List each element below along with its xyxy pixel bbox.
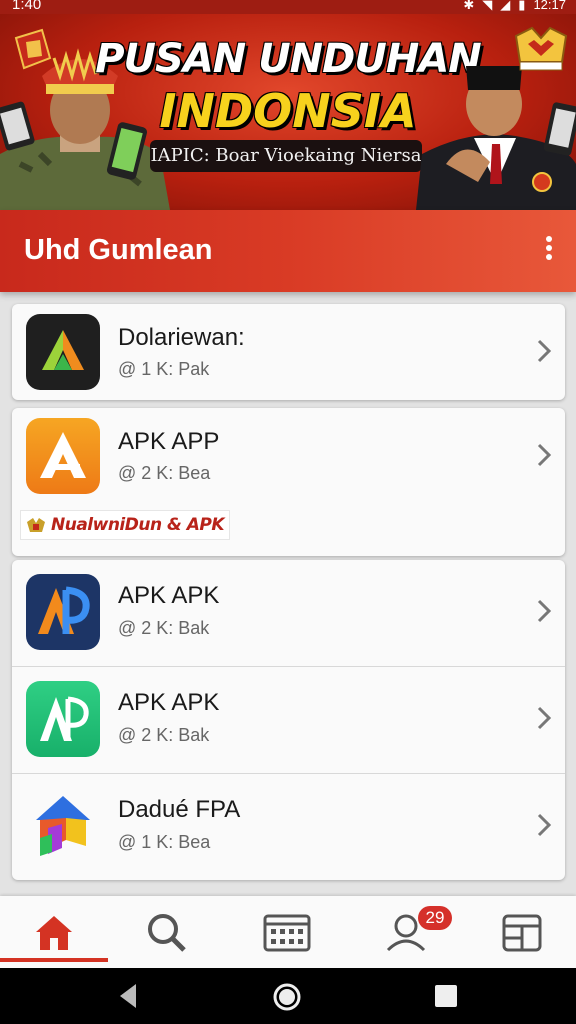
orange-a-app-icon	[26, 418, 100, 494]
search-icon	[148, 914, 186, 952]
app-meta: @ 2 K: Bak	[118, 618, 210, 638]
app-card[interactable]: APK APP @ 2 K: Bea NualwniDun & APK	[12, 408, 565, 556]
recents-icon[interactable]	[434, 984, 458, 1008]
banner-subtitle: IAPIC: Boar Vioekaing Niersa	[150, 140, 422, 172]
app-card[interactable]: Dolariewan: @ 1 K: Pak	[12, 304, 565, 400]
app-name: APK APK	[118, 582, 220, 609]
more-vert-icon	[546, 236, 552, 242]
app-header: Uhd Gumlean	[0, 210, 576, 292]
notification-badge: 29	[418, 906, 452, 930]
page-title: Uhd Gumlean	[24, 234, 213, 266]
wifi-icon: ◥	[482, 0, 493, 12]
colorful-house-app-icon	[26, 788, 100, 864]
app-name: APK APK	[118, 689, 220, 716]
app-meta: @ 1 K: Bea	[118, 832, 211, 852]
home-button-icon[interactable]	[272, 982, 302, 1012]
promo-banner[interactable]: PUSAN UNDUHAN INDONSIA IAPIC: Boar Vioek…	[0, 14, 576, 210]
calendar-icon	[263, 914, 311, 952]
app-meta: @ 2 K: Bak	[118, 725, 210, 745]
app-row[interactable]: Dadué FPA @ 1 K: Bea	[12, 774, 565, 880]
app-meta: @ 1 K: Pak	[118, 359, 210, 379]
app-list-group: APK APK @ 2 K: Bak APK APK @ 2 K: Bak Da…	[12, 560, 565, 880]
home-icon	[36, 916, 72, 950]
chevron-right-icon	[537, 706, 552, 730]
status-bar: 1:40 ✱ ◥ ◢ ▮ 12:17	[0, 0, 576, 14]
app-name: Dolariewan:	[118, 324, 245, 351]
promo-tag[interactable]: NualwniDun & APK	[20, 510, 230, 540]
nav-calendar[interactable]	[262, 910, 312, 954]
chevron-right-icon	[537, 813, 552, 837]
storage-icon	[502, 914, 542, 952]
blue-ap-app-icon	[26, 574, 100, 650]
status-time: 1:40	[12, 0, 42, 13]
nav-search[interactable]	[144, 910, 188, 954]
signal-icon: ◢	[500, 0, 511, 12]
app-row[interactable]: APK APK @ 2 K: Bak	[12, 667, 565, 773]
promo-text: NualwniDun & APK	[51, 515, 225, 535]
app-meta: @ 2 K: Bea	[118, 463, 211, 483]
overflow-menu-button[interactable]	[542, 236, 556, 266]
nav-home[interactable]	[32, 910, 76, 954]
app-name: Dadué FPA	[118, 796, 241, 823]
active-tab-indicator	[0, 958, 108, 962]
bottom-navigation: 29	[0, 896, 576, 968]
app-row[interactable]: APK APK @ 2 K: Bak	[12, 560, 565, 666]
system-navigation-bar	[0, 968, 576, 1024]
green-ap-app-icon	[26, 681, 100, 757]
status-icons: ✱ ◥ ◢ ▮ 12:17	[463, 0, 566, 12]
chevron-right-icon	[537, 599, 552, 623]
back-icon[interactable]	[116, 982, 140, 1010]
battery-icon: ▮	[518, 0, 526, 12]
chevron-right-icon	[537, 339, 552, 363]
status-clock: 12:17	[533, 0, 566, 12]
bluetooth-icon: ✱	[463, 0, 475, 12]
app-name: APK APP	[118, 428, 220, 455]
dark-triangle-app-icon	[26, 314, 100, 390]
emblem-right-icon	[514, 26, 568, 71]
nav-storage[interactable]	[500, 910, 544, 954]
chevron-right-icon	[537, 443, 552, 467]
garuda-icon	[27, 518, 45, 532]
